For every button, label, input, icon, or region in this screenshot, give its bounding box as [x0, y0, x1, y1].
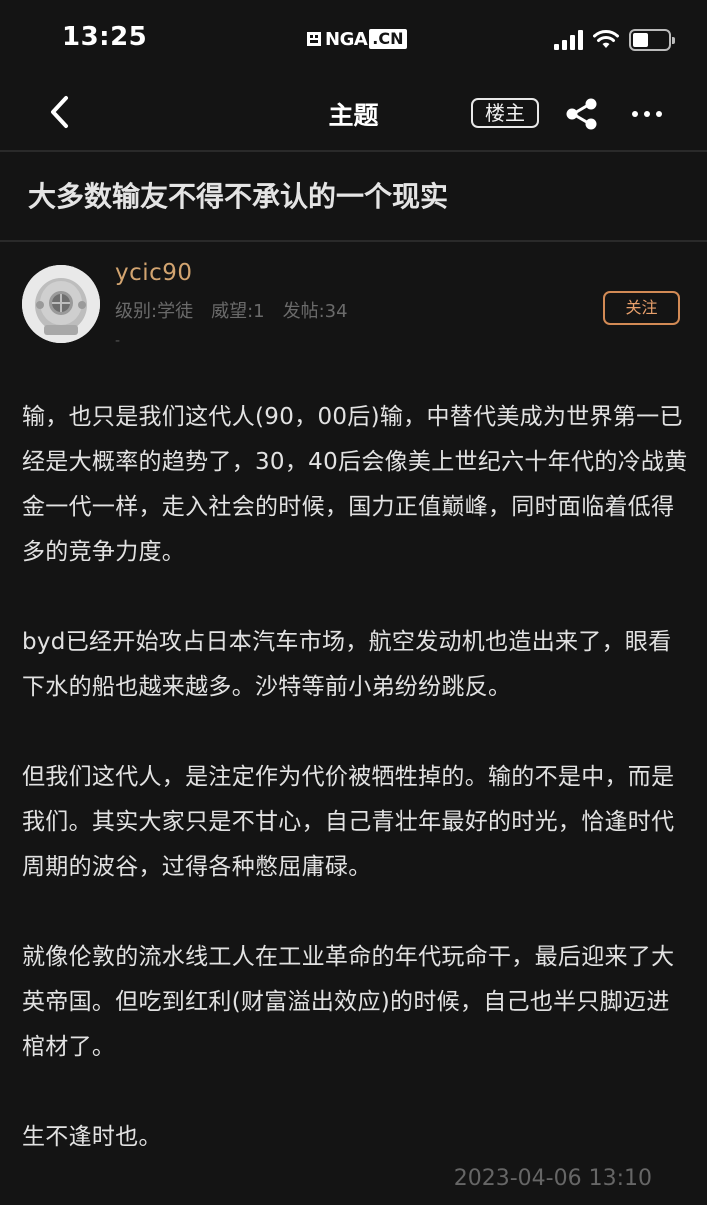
more-dot — [656, 111, 662, 117]
carrier-logo-suffix: .CN — [369, 29, 407, 49]
system-icons — [554, 26, 675, 54]
user-signature: - — [115, 333, 121, 349]
post-paragraph: 输，也只是我们这代人(90，00后)输，中替代美成为世界第一已经是大概率的趋势了… — [22, 404, 688, 565]
carrier-logo-text: NGA — [325, 28, 368, 50]
battery-level — [633, 33, 649, 47]
post-paragraph: 就像伦敦的流水线工人在工业革命的年代玩命干，最后迎来了大英帝国。但吃到红利(财富… — [22, 944, 675, 1060]
topic-title: 大多数输友不得不承认的一个现实 — [28, 180, 449, 213]
carrier-logo: NGA .CN — [306, 26, 407, 52]
nav-bar: 主题 楼主 — [0, 80, 707, 150]
user-post-count: 发帖:34 — [282, 301, 348, 322]
more-dot — [632, 111, 638, 117]
status-bar: 13:25 NGA .CN — [0, 0, 707, 80]
avatar[interactable] — [22, 265, 100, 343]
user-meta: 级别:学徒 威望:1 发帖:34 — [115, 297, 348, 323]
user-reputation: 威望:1 — [211, 301, 265, 322]
signal-icon — [554, 30, 583, 50]
op-only-button[interactable]: 楼主 — [471, 98, 539, 128]
more-button[interactable] — [625, 96, 669, 132]
more-dot — [644, 111, 650, 117]
wifi-icon — [593, 30, 619, 48]
share-button[interactable] — [562, 96, 602, 132]
diving-helmet-avatar-icon — [22, 265, 100, 343]
user-level: 级别:学徒 — [115, 301, 194, 322]
title-divider — [0, 240, 707, 242]
post-paragraph: byd已经开始攻占日本汽车市场，航空发动机也造出来了，眼看下水的船也越来越多。沙… — [22, 629, 672, 700]
battery-icon — [629, 29, 675, 51]
username[interactable]: ycic90 — [115, 260, 193, 286]
nga-logo-icon — [307, 32, 321, 46]
nav-divider — [0, 150, 707, 152]
post-body: 输，也只是我们这代人(90，00后)输，中替代美成为世界第一已经是大概率的趋势了… — [22, 395, 692, 1205]
post-paragraph: 但我们这代人，是注定作为代价被牺牲掉的。输的不是中，而是我们。其实大家只是不甘心… — [22, 764, 675, 880]
post-paragraph: 生不逢时也。 — [22, 1124, 162, 1150]
status-time: 13:25 — [62, 22, 148, 52]
post-timestamp: 2023-04-06 13:10 — [453, 1166, 652, 1191]
author-row: ycic90 级别:学徒 威望:1 发帖:34 - 关注 — [0, 243, 707, 353]
follow-button[interactable]: 关注 — [603, 291, 680, 325]
share-icon — [566, 98, 597, 130]
